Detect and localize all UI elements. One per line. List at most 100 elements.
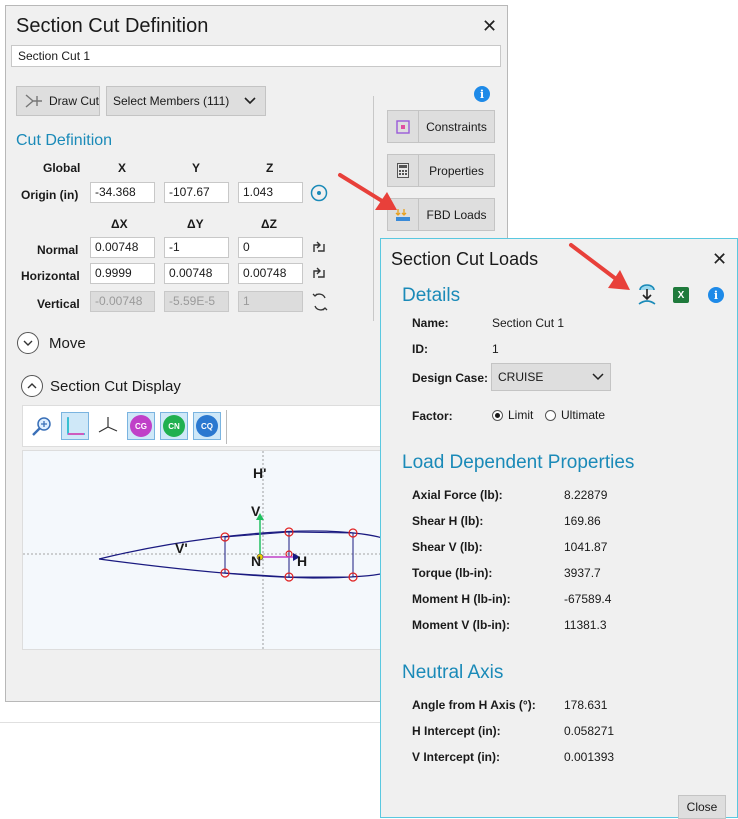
constraints-button[interactable]: Constraints xyxy=(387,110,495,143)
neutral-axis-heading: Neutral Axis xyxy=(402,662,504,683)
draw-cut-icon xyxy=(25,94,42,108)
col-header-y: Y xyxy=(192,161,201,175)
horizontal-label: Horizontal xyxy=(21,269,80,283)
ldp-value: 3937.7 xyxy=(564,566,601,580)
axes-2d-toggle[interactable] xyxy=(61,412,89,440)
n-label: N xyxy=(251,553,262,569)
zoom-icon[interactable] xyxy=(28,412,56,440)
ldp-label: Axial Force (lb): xyxy=(412,488,503,502)
select-members-dropdown[interactable]: Select Members (111) xyxy=(106,86,266,116)
move-expand-button[interactable] xyxy=(17,332,39,354)
ldp-value: 1041.87 xyxy=(564,540,608,554)
vertical-y-input: -5.59E-5 xyxy=(164,291,229,312)
global-label: Global xyxy=(43,161,81,175)
ultimate-radio[interactable]: Ultimate xyxy=(545,408,605,422)
loads-close-icon[interactable]: ✕ xyxy=(712,249,727,270)
na-label: Angle from H Axis (°): xyxy=(412,698,536,712)
vertical-z-input: 1 xyxy=(238,291,303,312)
section-cut-display-label: Section Cut Display xyxy=(50,378,181,395)
h-prime-label: H' xyxy=(253,465,267,481)
select-members-label: Select Members (111) xyxy=(113,94,230,108)
ldp-value: 169.86 xyxy=(564,514,601,528)
name-value: Section Cut 1 xyxy=(492,316,565,330)
cg-toggle[interactable]: CG xyxy=(127,412,155,440)
id-value: 1 xyxy=(492,342,499,356)
name-label: Name: xyxy=(412,316,449,330)
axes-2d-icon xyxy=(67,417,85,435)
na-value: 178.631 xyxy=(564,698,608,712)
limit-radio-indicator xyxy=(492,409,503,421)
origin-z-input[interactable]: 1.043 xyxy=(238,182,303,203)
section-plot[interactable]: H' V V' N H xyxy=(22,450,384,650)
loads-dialog-title: Section Cut Loads xyxy=(391,249,539,269)
dialog-title: Section Cut Definition xyxy=(16,15,209,37)
na-label: V Intercept (in): xyxy=(412,750,501,764)
ultimate-label: Ultimate xyxy=(561,408,606,422)
chevron-down-icon xyxy=(592,373,604,381)
limit-radio[interactable]: Limit xyxy=(492,408,533,422)
na-label: H Intercept (in): xyxy=(412,724,501,738)
flip-horizontal-icon[interactable] xyxy=(311,266,327,282)
ldp-value: 11381.3 xyxy=(564,618,607,632)
ldp-value: -67589.4 xyxy=(564,592,612,606)
loads-info-icon[interactable]: i xyxy=(708,287,724,303)
swap-axes-icon[interactable] xyxy=(310,292,330,314)
draw-cut-button[interactable]: Draw Cut xyxy=(16,86,100,116)
v-prime-label: V' xyxy=(175,540,188,556)
annotation-arrow-icon xyxy=(569,243,630,290)
horizontal-z-input[interactable]: 0.00748 xyxy=(238,263,303,284)
chevron-up-icon xyxy=(27,383,37,389)
background-line xyxy=(0,722,380,723)
id-label: ID: xyxy=(412,342,428,356)
ldp-label: Shear H (lb): xyxy=(412,514,484,528)
horizontal-y-input[interactable]: 0.00748 xyxy=(164,263,229,284)
limit-label: Limit xyxy=(508,408,534,422)
ultimate-radio-indicator xyxy=(545,409,556,421)
factor-label: Factor: xyxy=(412,409,453,423)
display-toolbar: CG CN CQ xyxy=(22,405,384,447)
section-cut-name-field[interactable]: Section Cut 1 xyxy=(11,45,501,67)
origin-y-input[interactable]: -107.67 xyxy=(164,182,229,203)
normal-y-input[interactable]: -1 xyxy=(164,237,229,258)
airfoil-outline xyxy=(98,530,383,579)
spar-lines xyxy=(224,531,354,578)
constraints-icon xyxy=(388,111,419,142)
ldp-label: Shear V (lb): xyxy=(412,540,483,554)
delta-header-z: ΔZ xyxy=(261,217,277,231)
cg-pill: CG xyxy=(130,415,152,437)
delta-header-y: ΔY xyxy=(187,217,204,231)
constraints-label: Constraints xyxy=(426,119,487,134)
close-button[interactable]: Close xyxy=(678,795,726,819)
chevron-down-icon xyxy=(244,97,256,105)
pick-origin-icon[interactable] xyxy=(310,184,328,202)
axes-3d-toggle[interactable] xyxy=(94,412,122,440)
cn-pill: CN xyxy=(163,415,185,437)
excel-icon[interactable]: X xyxy=(673,287,689,303)
fbd-loads-label: FBD Loads xyxy=(426,207,487,222)
export-fbd-icon[interactable] xyxy=(636,284,658,313)
display-collapse-button[interactable] xyxy=(21,375,43,397)
horizontal-x-input[interactable]: 0.9999 xyxy=(90,263,155,284)
origin-x-input[interactable]: -34.368 xyxy=(90,182,155,203)
normal-z-input[interactable]: 0 xyxy=(238,237,303,258)
ldp-label: Moment V (lb-in): xyxy=(412,618,510,632)
move-label: Move xyxy=(49,335,86,352)
cq-toggle[interactable]: CQ xyxy=(193,412,221,440)
cn-toggle[interactable]: CN xyxy=(160,412,188,440)
vertical-x-input: -0.00748 xyxy=(90,291,155,312)
design-case-dropdown[interactable]: CRUISE xyxy=(491,363,611,391)
cut-definition-heading: Cut Definition xyxy=(16,132,113,149)
normal-x-input[interactable]: 0.00748 xyxy=(90,237,155,258)
section-plot-canvas xyxy=(23,451,383,649)
chevron-down-icon xyxy=(23,340,33,346)
col-header-z: Z xyxy=(266,161,274,175)
col-header-x: X xyxy=(118,161,127,175)
close-icon[interactable]: ✕ xyxy=(482,16,497,37)
na-value: 0.001393 xyxy=(564,750,615,764)
normal-label: Normal xyxy=(37,243,79,257)
design-case-value: CRUISE xyxy=(498,370,544,384)
info-icon[interactable]: i xyxy=(474,86,490,102)
flip-normal-icon[interactable] xyxy=(311,240,327,256)
h-label: H xyxy=(297,553,308,569)
ldp-label: Torque (lb-in): xyxy=(412,566,493,580)
